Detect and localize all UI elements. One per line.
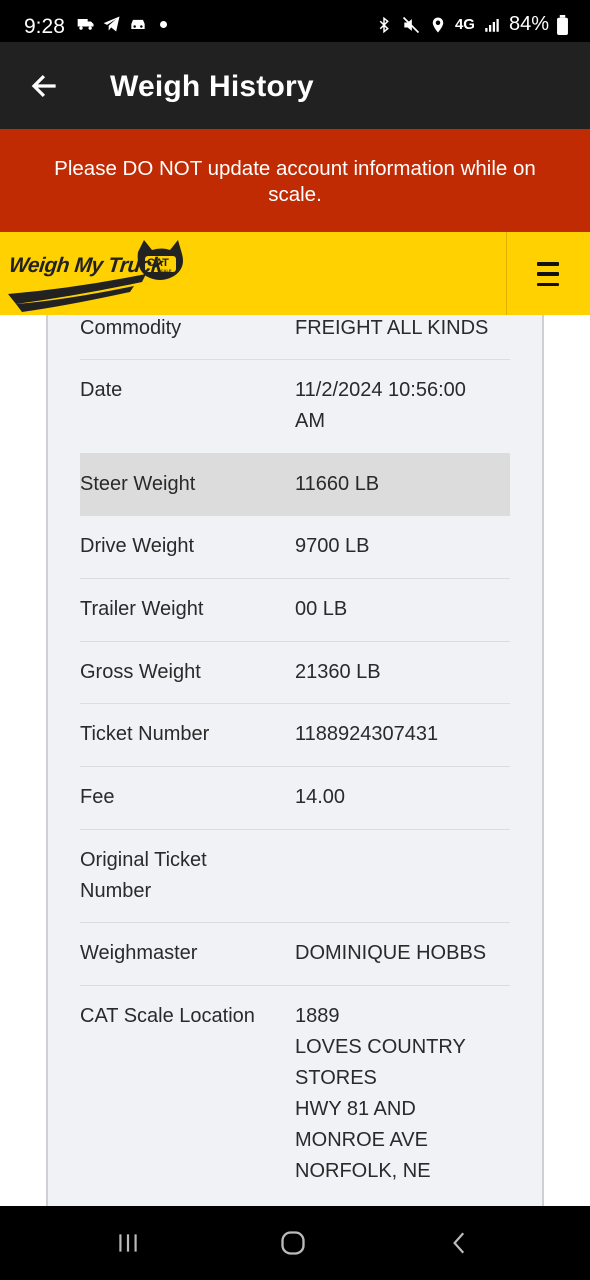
- hamburger-menu-icon[interactable]: [526, 260, 570, 288]
- row-label: Weighmaster: [80, 942, 198, 964]
- row-label: Original Ticket Number: [80, 849, 207, 902]
- truck-icon: [77, 19, 94, 30]
- detail-row-gross-weight: Gross Weight 21360 LB: [80, 642, 510, 704]
- row-label: Gross Weight: [80, 661, 201, 683]
- nav-back-button[interactable]: [440, 1228, 480, 1258]
- status-bar: 9:28 4G 84%: [0, 0, 590, 42]
- mute-icon: [402, 16, 420, 33]
- row-value: 9700 LB: [295, 535, 370, 557]
- row-label: Fee: [80, 786, 115, 808]
- detail-row-drive-weight: Drive Weight 9700 LB: [80, 516, 510, 579]
- row-label: Trailer Weight: [80, 598, 204, 620]
- back-button[interactable]: [22, 64, 66, 108]
- system-nav-bar: [0, 1206, 590, 1280]
- telegram-icon: [103, 16, 120, 32]
- detail-row-cat-scale-location: CAT Scale Location 1889 LOVES COUNTRY ST…: [80, 986, 510, 1206]
- weigh-my-truck-logo[interactable]: Weigh My Truck CAT SCALE: [6, 238, 186, 312]
- battery-percent: 84%: [508, 13, 549, 35]
- detail-row-trailer-weight: Trailer Weight 00 LB: [80, 579, 510, 642]
- home-button[interactable]: [273, 1228, 313, 1258]
- signal-icon: [485, 18, 499, 32]
- row-value: 1188924307431: [295, 723, 439, 745]
- detail-row-fee: Fee 14.00: [80, 767, 510, 830]
- row-value: 11660 LB: [295, 473, 380, 495]
- detail-row-weighmaster: Weighmaster DOMINIQUE HOBBS: [80, 923, 510, 986]
- home-icon: [281, 1231, 305, 1255]
- row-value: FREIGHT ALL KINDS: [295, 317, 489, 339]
- row-value: 1889 LOVES COUNTRY STORES HWY 81 AND MON…: [295, 1005, 466, 1182]
- detail-row-commodity: Commodity FREIGHT ALL KINDS: [80, 315, 510, 360]
- row-label: Commodity: [80, 317, 182, 339]
- weigh-detail-content[interactable]: Commodity FREIGHT ALL KINDS Date 11/2/20…: [0, 315, 590, 1206]
- bluetooth-icon: [379, 16, 389, 33]
- logo-text: Weigh My Truck: [7, 254, 164, 277]
- location-icon: [432, 17, 444, 32]
- brand-bar: Weigh My Truck CAT SCALE: [0, 232, 590, 315]
- status-system-icons: 4G 84%: [375, 13, 568, 36]
- recent-apps-icon: [119, 1234, 137, 1252]
- row-label: CAT Scale Location: [80, 1005, 255, 1027]
- page-title: Weigh History: [110, 70, 314, 103]
- app-bar: Weigh History: [0, 42, 590, 129]
- row-value: 14.00: [295, 786, 346, 808]
- row-label: Steer Weight: [80, 473, 196, 495]
- row-label: Ticket Number: [80, 723, 210, 745]
- row-value: 21360 LB: [295, 661, 381, 683]
- weigh-detail-card: Commodity FREIGHT ALL KINDS Date 11/2/20…: [46, 315, 544, 1206]
- row-label: Drive Weight: [80, 535, 195, 557]
- row-value: 00 LB: [295, 598, 348, 620]
- menu-divider: [506, 232, 507, 315]
- detail-row-steer-weight: Steer Weight 11660 LB: [80, 454, 510, 516]
- warning-banner: Please DO NOT update account information…: [0, 129, 590, 232]
- status-notification-icons: [76, 14, 167, 34]
- nav-back-icon: [453, 1232, 465, 1254]
- battery-icon: [557, 14, 568, 35]
- dot-icon: [160, 20, 167, 28]
- row-value: DOMINIQUE HOBBS: [295, 942, 487, 964]
- row-value: 11/2/2024 10:56:00 AM: [295, 379, 466, 432]
- row-label: Date: [80, 379, 123, 401]
- detail-row-original-ticket-number: Original Ticket Number: [80, 830, 510, 923]
- arrow-left-icon: [31, 74, 56, 98]
- warning-text: Please DO NOT update account information…: [54, 157, 536, 206]
- recent-apps-button[interactable]: [108, 1228, 148, 1258]
- network-icon: 4G: [454, 16, 475, 33]
- detail-row-date: Date 11/2/2024 10:56:00 AM: [80, 360, 510, 454]
- logo-badge-sub: SCALE: [158, 268, 172, 273]
- car-icon: [131, 19, 145, 29]
- detail-row-ticket-number: Ticket Number 1188924307431: [80, 704, 510, 767]
- status-time: 9:28: [24, 15, 65, 38]
